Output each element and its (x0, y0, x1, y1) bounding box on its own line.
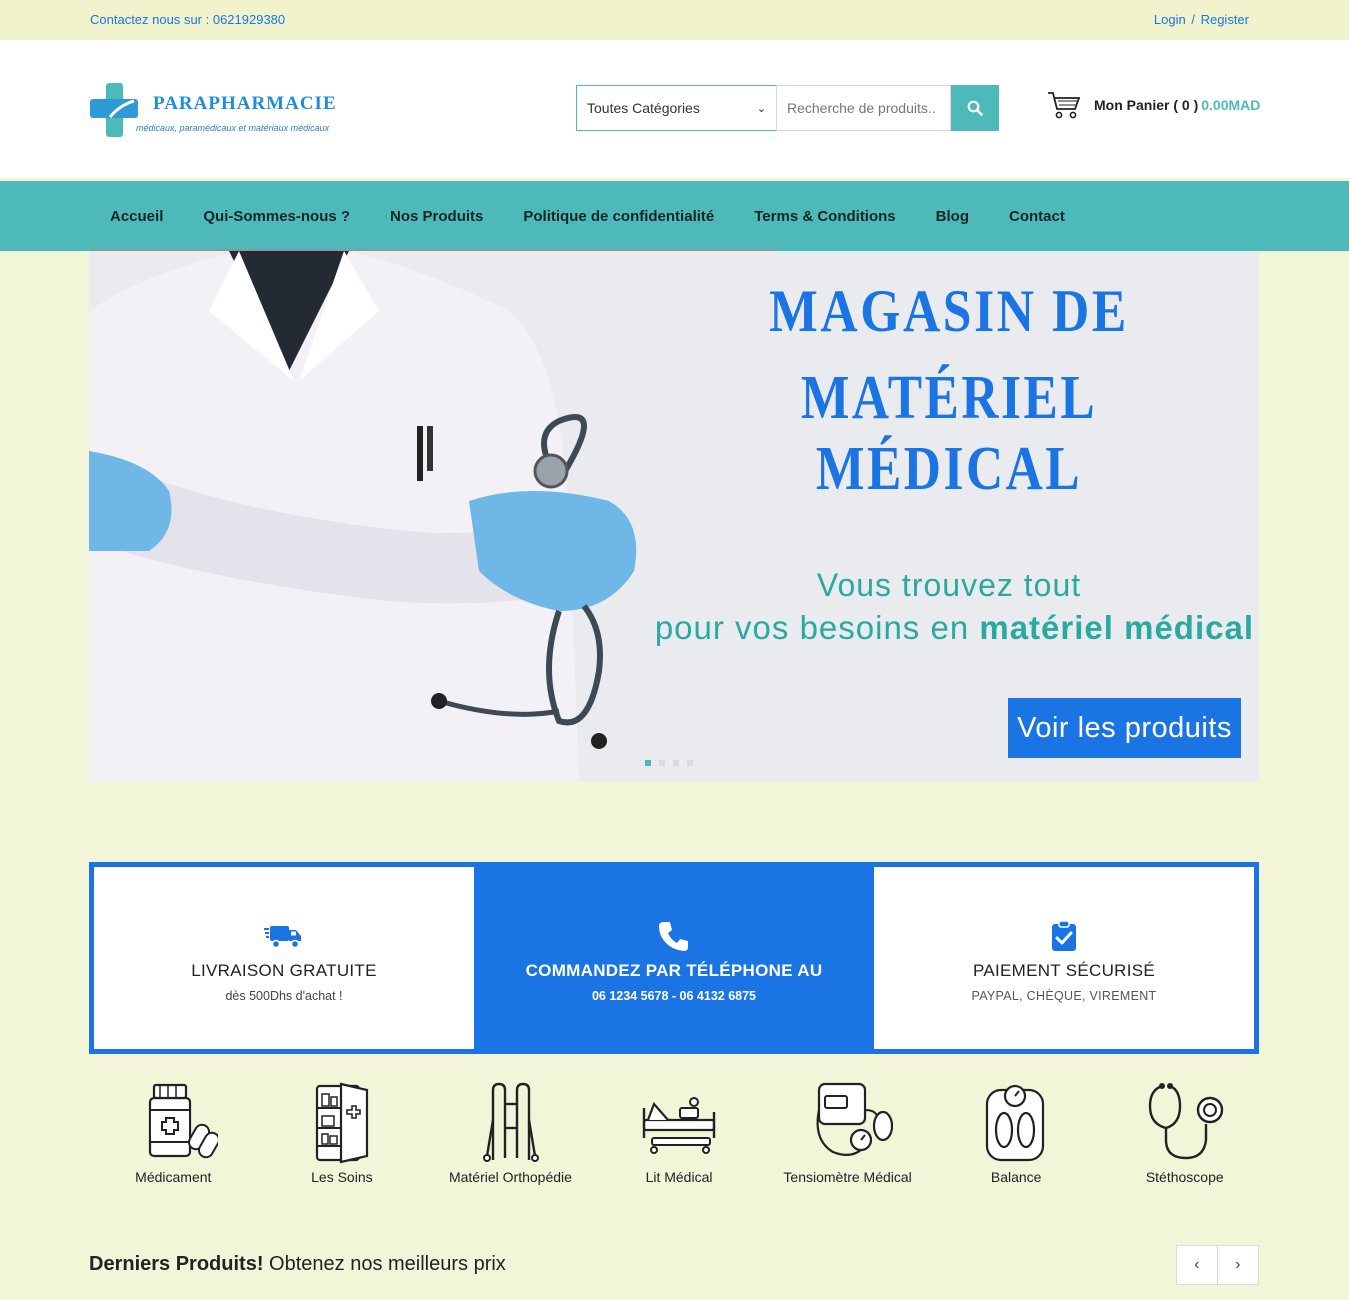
category-label: Balance (990, 1169, 1042, 1185)
hero-slider: MAGASIN DE MATÉRIEL MÉDICAL Vous trouvez… (89, 251, 1259, 782)
auth-separator: / (1191, 12, 1195, 27)
view-products-button[interactable]: Voir les produits (1008, 698, 1241, 758)
top-bar: Contactez nous sur : 0621929380 Login / … (0, 0, 1349, 40)
category-label: Tensiomètre Médical (783, 1169, 912, 1185)
doctor-illustration (89, 251, 649, 782)
medicine-icon (149, 1083, 219, 1159)
category-list: Médicament Les Soins Matériel Orthopédie… (89, 1080, 1269, 1190)
service-title: COMMANDEZ PAR TÉLÉPHONE AU (525, 961, 823, 980)
latest-products-heading: Derniers Produits! Obtenez nos meilleurs… (89, 1253, 506, 1276)
cart-label: Mon Panier ( 0 ) (1094, 97, 1199, 113)
category-label: Stéthoscope (1145, 1169, 1224, 1185)
category-medicament[interactable]: Médicament (89, 1080, 258, 1190)
service-title: LIVRAISON GRATUITE (191, 961, 377, 980)
cabinet-icon (315, 1082, 368, 1164)
scale-icon (986, 1084, 1045, 1162)
cart-icon (1048, 92, 1081, 119)
hero-subtitle-bold: matériel médical (979, 609, 1254, 646)
medical-cross-icon (90, 83, 138, 137)
latest-products-rest: Obtenez nos meilleurs prix (263, 1253, 506, 1275)
chevron-left-icon[interactable]: ‹ (1177, 1246, 1218, 1284)
cart-widget[interactable]: Mon Panier ( 0 ) 0.00MAD (1047, 88, 1260, 122)
nav-item-nos-produits[interactable]: Nos Produits (370, 181, 503, 251)
site-logo[interactable]: PARAPHARMACIE médicaux, paramédicaux et … (90, 83, 350, 139)
service-text: dès 500Dhs d'achat ! (225, 989, 343, 1003)
service-phone-order: COMMANDEZ PAR TÉLÉPHONE AU 06 1234 5678 … (474, 867, 874, 1049)
slider-dots (645, 760, 693, 766)
service-text: 06 1234 5678 - 06 4132 6875 (591, 989, 757, 1003)
site-header: PARAPHARMACIE médicaux, paramédicaux et … (0, 40, 1349, 178)
auth-links: Login / Register (1154, 12, 1249, 27)
category-label: Médicament (135, 1169, 212, 1185)
chevron-down-icon: ⌄ (756, 102, 766, 115)
search-bar: Toutes Catégories ⌄ Recherche de produit… (576, 85, 999, 131)
category-les-soins[interactable]: Les Soins (258, 1080, 427, 1190)
nav-item-contact[interactable]: Contact (989, 181, 1085, 251)
nav-item-qui-sommes-nous[interactable]: Qui-Sommes-nous ? (183, 181, 370, 251)
search-icon (967, 100, 983, 116)
service-secure-payment: PAIEMENT SÉCURISÉ PAYPAL, CHÈQUE, VIREME… (874, 867, 1254, 1049)
register-link[interactable]: Register (1201, 12, 1249, 27)
nav-item-terms[interactable]: Terms & Conditions (734, 181, 915, 251)
nav-item-politique[interactable]: Politique de confidentialité (503, 181, 734, 251)
search-button[interactable] (951, 85, 999, 131)
blood-pressure-icon (816, 1082, 893, 1157)
slider-dot-4[interactable] (687, 760, 693, 766)
slider-dot-2[interactable] (659, 760, 665, 766)
hero-title-line1: MAGASIN DE (769, 278, 1129, 344)
category-balance[interactable]: Balance (932, 1080, 1101, 1190)
category-label: Matériel Orthopédie (448, 1169, 572, 1185)
category-materiel-orthopedie[interactable]: Matériel Orthopédie (426, 1080, 595, 1190)
category-label: Lit Médical (645, 1169, 713, 1185)
login-link[interactable]: Login (1154, 12, 1186, 27)
nav-item-accueil[interactable]: Accueil (90, 181, 183, 251)
logo-brand: PARAPHARMACIE (153, 93, 337, 114)
clipboard-check-icon (1044, 919, 1084, 953)
logo-tagline: médicaux, paramédicaux et matériaux médi… (136, 123, 330, 133)
slider-dot-3[interactable] (673, 760, 679, 766)
hero-subtitle-line1: Vous trouvez tout (816, 567, 1082, 603)
main-nav: Accueil Qui-Sommes-nous ? Nos Produits P… (0, 181, 1349, 251)
category-select[interactable]: Toutes Catégories ⌄ (576, 85, 776, 131)
truck-icon (264, 919, 304, 953)
contact-phone: Contactez nous sur : 0621929380 (90, 12, 286, 27)
stethoscope-icon (1148, 1083, 1223, 1160)
service-free-delivery: LIVRAISON GRATUITE dès 500Dhs d'achat ! (94, 867, 474, 1049)
walker-icon (483, 1082, 540, 1162)
service-title: PAIEMENT SÉCURISÉ (972, 961, 1156, 980)
nav-item-blog[interactable]: Blog (916, 181, 989, 251)
phone-icon (654, 919, 694, 953)
hero-title-line2: MATÉRIEL MÉDICAL (800, 364, 1098, 503)
bed-icon (642, 1097, 716, 1154)
service-text: PAYPAL, CHÈQUE, VIREMENT (971, 989, 1157, 1003)
chevron-right-icon[interactable]: › (1218, 1246, 1259, 1284)
cart-amount: 0.00MAD (1201, 97, 1261, 113)
category-select-value: Toutes Catégories (587, 100, 700, 116)
hero-subtitle-line2: pour vos besoins en matériel médical (629, 609, 1254, 647)
carousel-arrows: ‹ › (1176, 1245, 1259, 1285)
slider-dot-1[interactable] (645, 760, 651, 766)
category-stethoscope[interactable]: Stéthoscope (1100, 1080, 1269, 1190)
hero-subtitle-prefix: pour vos besoins en (654, 609, 980, 646)
category-lit-medical[interactable]: Lit Médical (595, 1080, 764, 1190)
search-input[interactable]: Recherche de produits.. (776, 85, 951, 131)
category-label: Les Soins (311, 1169, 373, 1185)
category-tensiometre[interactable]: Tensiomètre Médical (763, 1080, 932, 1190)
latest-products-bold: Derniers Produits! (89, 1253, 264, 1275)
services-band: LIVRAISON GRATUITE dès 500Dhs d'achat ! … (89, 862, 1259, 1054)
